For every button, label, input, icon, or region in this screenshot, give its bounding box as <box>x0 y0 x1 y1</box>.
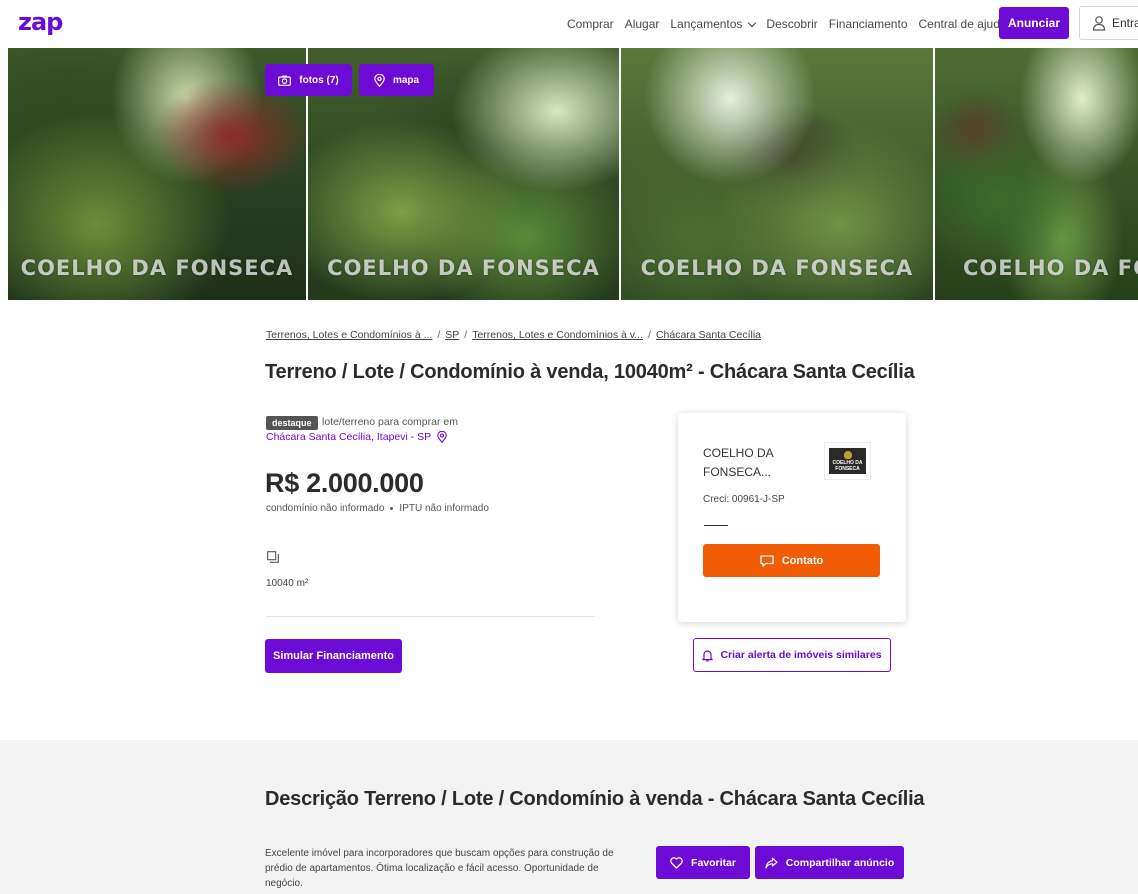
photo-watermark: COELHO DA FONSECA <box>963 256 1138 280</box>
description-section: Descrição Terreno / Lote / Condomínio à … <box>0 740 1138 894</box>
photo-watermark: COELHO DA FONSECA <box>640 256 914 280</box>
map-pin-icon <box>437 431 447 443</box>
camera-icon <box>278 75 292 86</box>
advertiser-creci: Creci: 00961-J-SP <box>703 494 785 505</box>
photo-gallery[interactable]: COELHO DA FONSECA COELHO DA FONSECA COEL… <box>8 48 1138 300</box>
breadcrumb: Terrenos, Lotes e Condomínios à ... / SP… <box>266 329 761 341</box>
chat-icon <box>760 554 774 567</box>
destaque-badge: destaque <box>266 416 318 430</box>
entrar-label: Entrar <box>1112 16 1138 30</box>
bell-icon <box>702 649 714 661</box>
listing-title: Terreno / Lote / Condomínio à venda, 100… <box>265 361 915 383</box>
breadcrumb-separator: / <box>437 329 441 341</box>
fotos-button[interactable]: fotos (7) <box>265 64 352 96</box>
advertiser-name[interactable]: COELHO DA FONSECA... <box>703 444 813 482</box>
advertiser-logo[interactable]: COELHO DA FONSECA <box>824 442 871 480</box>
favoritar-button[interactable]: Favoritar <box>656 846 750 879</box>
chevron-down-icon <box>748 18 757 27</box>
compartilhar-anuncio-button[interactable]: Compartilhar anúncio <box>755 846 904 879</box>
iptu-fee: IPTU não informado <box>399 503 489 514</box>
map-pin-icon <box>374 73 385 87</box>
user-icon <box>1092 16 1106 31</box>
description-text: Excelente imóvel para incorporadores que… <box>265 848 614 889</box>
nav-financiamento[interactable]: Financiamento <box>829 17 908 31</box>
zap-logo[interactable]: zap <box>18 8 63 36</box>
rabbit-icon <box>843 450 852 459</box>
photo-watermark: COELHO DA FONSECA <box>327 256 600 280</box>
breadcrumb-item[interactable]: Terrenos, Lotes e Condomínios à v... <box>472 329 643 341</box>
nav-alugar[interactable]: Alugar <box>625 17 660 31</box>
nav-comprar[interactable]: Comprar <box>567 17 614 31</box>
nav-lancamentos-label: Lançamentos <box>670 17 743 31</box>
favoritar-label: Favoritar <box>691 856 736 869</box>
breadcrumb-item[interactable]: SP <box>445 329 459 341</box>
nav-central-de-ajuda[interactable]: Central de ajuda <box>919 17 1007 31</box>
top-header: zap Comprar Alugar Lançamentos Descobrir… <box>0 0 1138 48</box>
criar-alerta-label: Criar alerta de imóveis similares <box>720 649 882 661</box>
main-nav: Comprar Alugar Lançamentos Descobrir Fin… <box>567 0 1018 48</box>
mapa-label: mapa <box>392 74 420 86</box>
entrar-button[interactable]: Entrar <box>1079 6 1138 40</box>
listing-subtype: lote/terreno para comprar em <box>322 416 458 428</box>
listing-price: R$ 2.000.000 <box>265 468 424 498</box>
breadcrumb-item[interactable]: Chácara Santa Cecília <box>656 329 761 341</box>
section-divider <box>266 616 595 617</box>
gallery-photo[interactable]: COELHO DA FONSECA <box>8 48 306 300</box>
breadcrumb-item[interactable]: Terrenos, Lotes e Condomínios à ... <box>266 329 432 341</box>
compartilhar-label: Compartilhar anúncio <box>785 856 895 869</box>
condominio-fee: condomínio não informado <box>266 503 385 514</box>
area-icon <box>267 551 279 563</box>
breadcrumb-separator: / <box>648 329 651 341</box>
listing-fees: condomínio não informado IPTU não inform… <box>266 503 489 514</box>
photo-watermark: COELHO DA FONSECA <box>20 256 294 280</box>
nav-descobrir[interactable]: Descobrir <box>766 17 817 31</box>
anunciar-button[interactable]: Anunciar <box>999 7 1069 39</box>
simular-financiamento-button[interactable]: Simular Financiamento <box>265 639 402 673</box>
breadcrumb-separator: / <box>464 329 468 341</box>
share-icon <box>765 857 778 868</box>
advertiser-logo-mark: COELHO DA FONSECA <box>829 448 866 474</box>
gallery-photo[interactable]: COELHO DA FONSECA <box>935 48 1138 300</box>
listing-area: 10040 m² <box>266 578 309 589</box>
heart-icon <box>670 856 683 869</box>
nav-lancamentos[interactable]: Lançamentos <box>670 17 757 31</box>
advertiser-logo-text: COELHO DA FONSECA <box>832 459 863 472</box>
fee-separator <box>390 507 394 510</box>
description-title: Descrição Terreno / Lote / Condomínio à … <box>265 788 925 810</box>
fotos-label: fotos (7) <box>299 74 339 86</box>
gallery-photo[interactable]: COELHO DA FONSECA <box>308 48 619 300</box>
mapa-button[interactable]: mapa <box>359 64 434 96</box>
advertiser-card: COELHO DA FONSECA... COELHO DA FONSECA C… <box>678 413 906 622</box>
listing-location[interactable]: Chácara Santa Cecília, Itapevi - SP <box>266 431 447 443</box>
contato-label: Contato <box>781 554 824 567</box>
location-text: Chácara Santa Cecília, Itapevi - SP <box>266 431 432 443</box>
contato-button[interactable]: Contato <box>703 544 880 577</box>
card-divider <box>704 525 728 526</box>
gallery-photo[interactable]: COELHO DA FONSECA <box>621 48 933 300</box>
criar-alerta-button[interactable]: Criar alerta de imóveis similares <box>693 638 891 672</box>
